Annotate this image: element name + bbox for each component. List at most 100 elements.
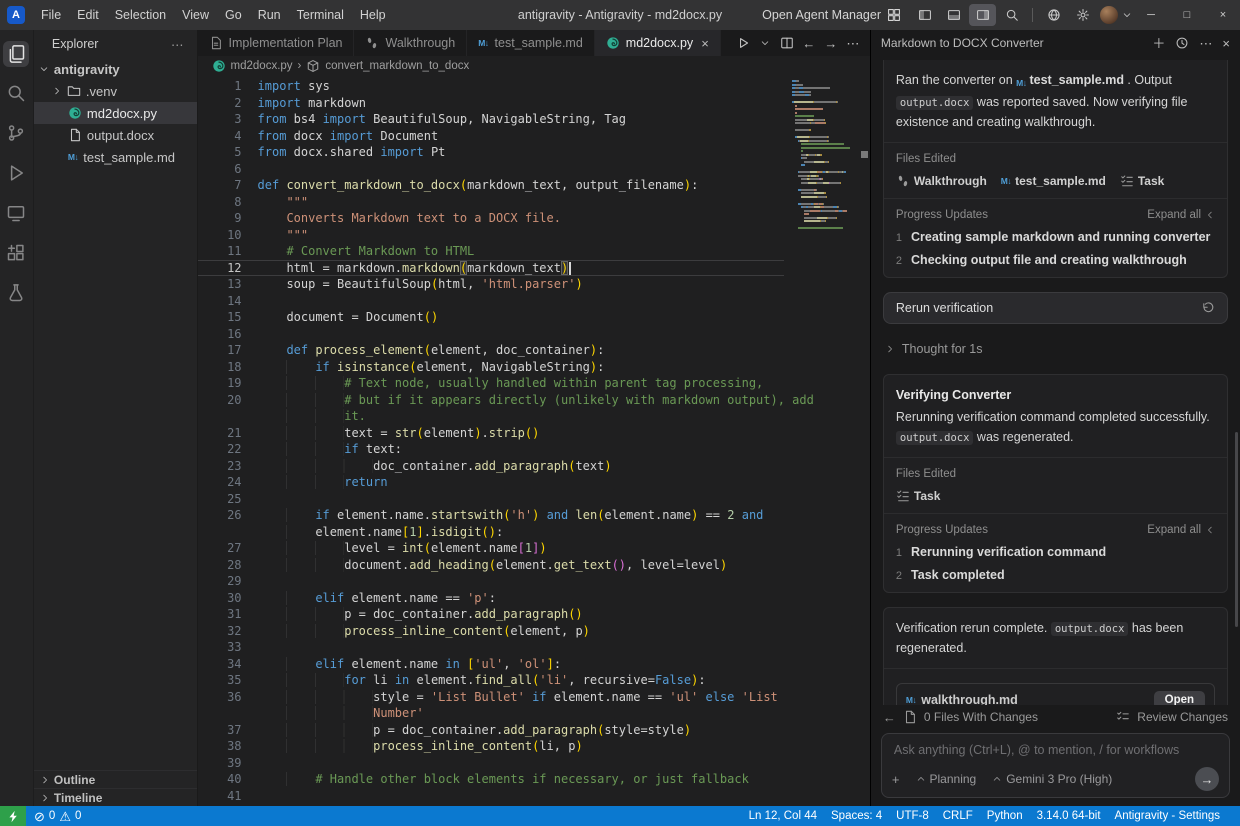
remote-indicator[interactable] xyxy=(0,806,26,826)
statusbar-cursor-position[interactable]: Ln 12, Col 44 xyxy=(742,810,824,822)
close-icon[interactable]: × xyxy=(1222,37,1230,50)
statusbar-encoding[interactable]: UTF-8 xyxy=(889,810,936,822)
tab-walkthrough[interactable]: Walkthrough xyxy=(354,30,467,56)
activitybar-extensions[interactable] xyxy=(3,236,30,272)
file-chip[interactable]: Task xyxy=(896,489,940,503)
attach-button[interactable]: + xyxy=(892,773,900,786)
error-icon: ⊘ xyxy=(34,810,45,823)
chat-input[interactable] xyxy=(892,742,1210,758)
chip-label: test_sample.md xyxy=(1015,174,1106,188)
tab-test-sample-md[interactable]: M↓test_sample.md xyxy=(467,30,595,56)
rerun-verification-button[interactable]: Rerun verification xyxy=(883,292,1228,324)
inline-file-chip[interactable]: M↓test_sample.md xyxy=(1016,73,1124,87)
open-agent-manager-button[interactable]: Open Agent Manager xyxy=(762,8,901,22)
line-number: 30 xyxy=(198,590,258,607)
menu-selection[interactable]: Selection xyxy=(107,0,174,30)
problems-indicator[interactable]: ⊘0⚠0 xyxy=(26,810,89,823)
minimap[interactable] xyxy=(792,80,856,234)
agent-scrollbar-thumb[interactable] xyxy=(1235,432,1238,627)
model-selector[interactable]: Gemini 3 Pro (High) xyxy=(992,772,1112,786)
activitybar-remote-explorer[interactable] xyxy=(3,196,30,232)
forward-icon[interactable]: → xyxy=(822,37,840,50)
split-editor-icon[interactable] xyxy=(778,36,796,50)
expand-all-label: Expand all xyxy=(1147,524,1201,536)
panel-right-icon[interactable] xyxy=(969,4,996,26)
tree-item--venv[interactable]: .venv xyxy=(34,80,197,102)
line-number: 32 xyxy=(198,623,258,640)
send-button[interactable]: → xyxy=(1195,767,1219,791)
section-timeline[interactable]: Timeline xyxy=(34,788,197,806)
globe-icon[interactable] xyxy=(1040,4,1067,26)
chevron-down-icon[interactable] xyxy=(756,38,774,48)
statusbar-settings[interactable]: Antigravity - Settings xyxy=(1108,810,1227,822)
review-changes-icon xyxy=(1116,710,1130,724)
panel-bottom-icon[interactable] xyxy=(940,4,967,26)
agent-panel-header-icons: ＋ ⋯ × xyxy=(1152,36,1230,50)
file-chip[interactable]: Task xyxy=(1120,174,1164,188)
tree-item-workspace[interactable]: antigravity xyxy=(34,58,197,80)
tab-close-icon[interactable]: × xyxy=(701,36,709,51)
panel-left-icon[interactable] xyxy=(911,4,938,26)
activitybar-testing[interactable] xyxy=(3,276,30,312)
tree-item-md2docx-py[interactable]: md2docx.py xyxy=(34,102,197,124)
tree-item-test-sample-md[interactable]: M↓test_sample.md xyxy=(34,146,197,168)
menu-terminal[interactable]: Terminal xyxy=(289,0,352,30)
breadcrumb-file[interactable]: md2docx.py xyxy=(231,60,293,72)
statusbar-eol[interactable]: CRLF xyxy=(936,810,980,822)
search-icon[interactable] xyxy=(998,4,1025,26)
thought-toggle[interactable]: Thought for 1s xyxy=(885,342,1226,356)
expand-all-button[interactable]: Expand all xyxy=(1147,524,1215,536)
section-outline[interactable]: Outline xyxy=(34,771,197,788)
menu-help[interactable]: Help xyxy=(352,0,394,30)
menu-view[interactable]: View xyxy=(174,0,217,30)
activitybar-explorer[interactable] xyxy=(3,36,30,72)
add-icon[interactable]: ＋ xyxy=(1152,37,1165,50)
code-row: 31 p = doc_container.add_paragraph() xyxy=(198,606,784,623)
run-icon[interactable] xyxy=(734,36,752,50)
file-chip[interactable]: M↓test_sample.md xyxy=(1001,174,1106,188)
gear-icon[interactable] xyxy=(1069,4,1096,26)
overview-ruler[interactable] xyxy=(860,75,870,806)
expand-all-button[interactable]: Expand all xyxy=(1147,209,1215,221)
activitybar-run-debug[interactable] xyxy=(3,156,30,192)
back-icon[interactable]: ← xyxy=(883,711,896,724)
menu-edit[interactable]: Edit xyxy=(69,0,107,30)
code-row: 15 document = Document() xyxy=(198,309,784,326)
review-changes-button[interactable]: Review Changes xyxy=(1137,710,1228,724)
more-icon[interactable]: ⋯ xyxy=(1199,37,1212,50)
activitybar-search[interactable] xyxy=(3,76,30,112)
tab-implementation-plan[interactable]: Implementation Plan xyxy=(198,30,355,56)
open-button[interactable]: Open xyxy=(1154,691,1205,705)
statusbar-python-interpreter[interactable]: 3.14.0 64-bit xyxy=(1030,810,1108,822)
statusbar-language-mode[interactable]: Python xyxy=(980,810,1030,822)
activitybar-source-control[interactable] xyxy=(3,116,30,152)
code-row: 19 # Text node, usually handled within p… xyxy=(198,375,784,392)
explorer-more-icon[interactable]: ⋯ xyxy=(171,37,185,52)
code-editor[interactable]: 1import sys2import markdown3from bs4 imp… xyxy=(198,75,870,806)
chat-composer[interactable]: + Planning Gemini 3 Pro (High) → xyxy=(881,733,1230,798)
user-avatar[interactable] xyxy=(1100,6,1118,24)
source-control-icon xyxy=(6,123,26,146)
breadcrumb-symbol[interactable]: convert_markdown_to_docx xyxy=(325,60,469,72)
agent-conversation[interactable]: Ran the converter on M↓test_sample.md . … xyxy=(871,56,1240,705)
line-number: 40 xyxy=(198,771,258,788)
close-button[interactable]: × xyxy=(1206,0,1240,30)
mode-selector[interactable]: Planning xyxy=(916,772,977,786)
progress-step-label: Task completed xyxy=(911,568,1005,582)
history-icon[interactable] xyxy=(1175,36,1189,50)
file-chip[interactable]: Walkthrough xyxy=(896,174,987,188)
menu-file[interactable]: File xyxy=(33,0,69,30)
minimize-button[interactable]: ─ xyxy=(1134,0,1168,30)
minimap-row xyxy=(792,129,856,131)
back-icon[interactable]: ← xyxy=(800,37,818,50)
menu-go[interactable]: Go xyxy=(217,0,250,30)
inline-code: output.docx xyxy=(896,96,974,110)
menu-run[interactable]: Run xyxy=(250,0,289,30)
more-icon[interactable]: ⋯ xyxy=(844,37,862,50)
tree-item-output-docx[interactable]: output.docx xyxy=(34,124,197,146)
artifact-file-row[interactable]: M↓walkthrough.mdOpen xyxy=(896,683,1215,705)
chevron-down-icon[interactable] xyxy=(1122,10,1132,20)
maximize-button[interactable]: □ xyxy=(1170,0,1204,30)
tab-md2docx-py[interactable]: md2docx.py× xyxy=(595,30,721,56)
statusbar-indentation[interactable]: Spaces: 4 xyxy=(824,810,889,822)
